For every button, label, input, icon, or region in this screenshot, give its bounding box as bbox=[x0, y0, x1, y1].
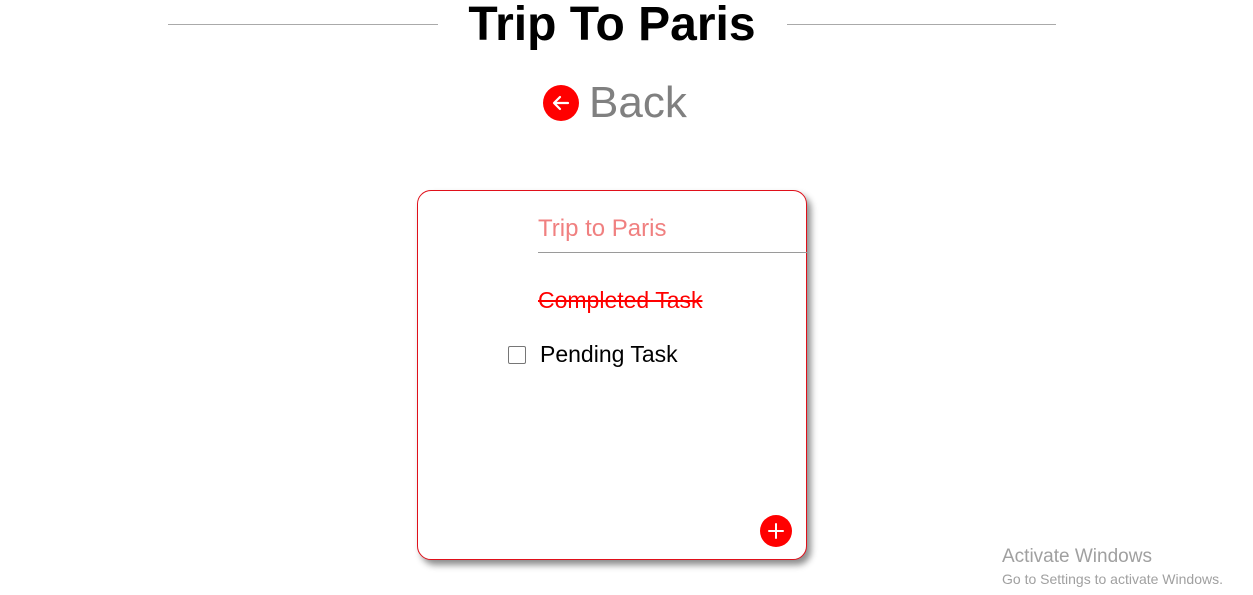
task-item-completed[interactable]: Completed Task bbox=[538, 287, 703, 314]
back-button[interactable]: Back bbox=[543, 78, 687, 128]
task-checkbox[interactable] bbox=[508, 345, 526, 364]
list-title-input[interactable] bbox=[538, 205, 807, 253]
activate-windows-watermark: Activate Windows Go to Settings to activ… bbox=[1002, 546, 1223, 589]
header-divider-right bbox=[787, 24, 1056, 25]
page-title: Trip To Paris bbox=[468, 0, 756, 51]
page: Trip To Paris Back Completed Task Pendin… bbox=[0, 0, 1253, 595]
plus-icon bbox=[768, 523, 784, 539]
watermark-subtitle: Go to Settings to activate Windows. bbox=[1002, 571, 1223, 587]
add-task-button[interactable] bbox=[760, 515, 792, 547]
watermark-title: Activate Windows bbox=[1002, 546, 1152, 567]
header-divider-left bbox=[168, 24, 438, 25]
task-list-card: Completed Task Pending Task bbox=[417, 190, 807, 560]
arrow-left-icon bbox=[543, 85, 579, 121]
task-label: Pending Task bbox=[540, 341, 678, 367]
task-item-pending[interactable]: Pending Task bbox=[508, 341, 678, 368]
back-label: Back bbox=[589, 78, 687, 127]
